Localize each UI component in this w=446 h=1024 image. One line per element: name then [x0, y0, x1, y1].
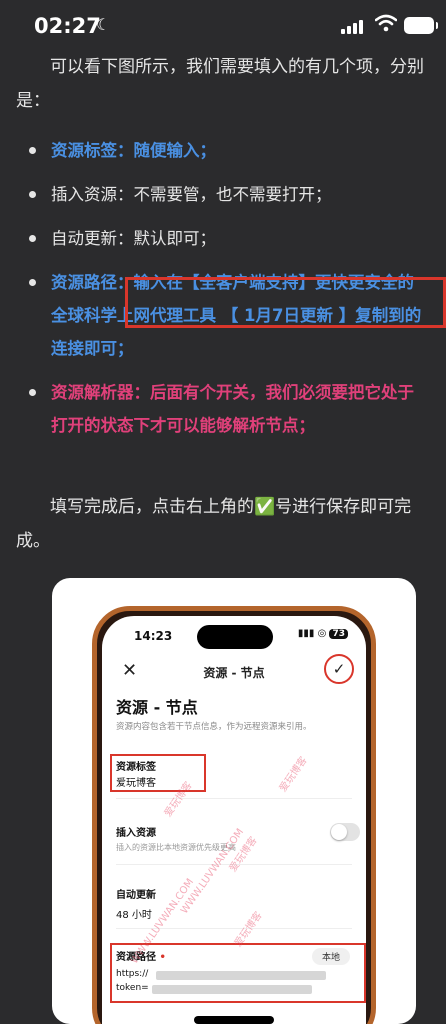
embedded-screenshot[interactable]: 14:23 ▮▮▮ ◎ 73 ✕ 资源 - 节点 ✓ 资源 - 节点 资源内容包… [52, 578, 416, 1024]
divider [116, 798, 352, 799]
item-text: 随便输入； [133, 141, 217, 160]
checkmark-icon: ✓ [324, 654, 354, 684]
home-indicator [194, 1016, 274, 1024]
insert-toggle [330, 823, 360, 841]
auto-update-label: 自动更新 [116, 890, 156, 901]
token-prefix: token= [116, 983, 149, 993]
list-item-tag: 资源标签：随便输入； [16, 134, 430, 167]
battery-icon [404, 17, 438, 34]
article-body: 可以看下图所示，我们需要填入的有几个项，分别是： 资源标签：随便输入； 插入资源… [16, 48, 430, 453]
item-key: 资源路径： [51, 273, 134, 292]
status-time: 02:27 [34, 14, 101, 38]
wifi-icon [375, 14, 397, 32]
item-key: 资源标签： [51, 141, 134, 160]
item-key: 资源解析器： [51, 383, 150, 402]
item-key: 自动更新： [51, 229, 134, 248]
list-item-parser: 资源解析器：后面有个开关，我们必须要把它处于打开的状态下才可以能够解析节点； [16, 376, 430, 442]
insert-description: 插入的资源比本地资源优先级更高 [116, 843, 236, 852]
tag-value: 爱玩博客 [116, 778, 156, 789]
insert-label: 插入资源 [116, 828, 156, 839]
item-key: 插入资源： [51, 185, 134, 204]
phone-battery: 73 [329, 629, 348, 639]
url-prefix: https:// [116, 969, 149, 979]
phone-description: 资源内容包含若干节点信息，作为远程资源来引用。 [116, 722, 312, 732]
phone-frame: 14:23 ▮▮▮ ◎ 73 ✕ 资源 - 节点 ✓ 资源 - 节点 资源内容包… [92, 606, 376, 1024]
outro-paragraph: 填写完成后，点击右上角的✅号进行保存即可完成。 [16, 497, 412, 551]
local-button: 本地 [312, 948, 351, 965]
phone-heading: 资源 - 节点 [116, 698, 198, 717]
item-text: 默认即可； [133, 229, 217, 248]
required-dot: • [159, 952, 166, 963]
list-item-insert: 插入资源：不需要管，也不需要打开； [16, 178, 430, 211]
phone-screen: 14:23 ▮▮▮ ◎ 73 ✕ 资源 - 节点 ✓ 资源 - 节点 资源内容包… [102, 616, 366, 1024]
focus-moon-icon: ☾ [96, 15, 111, 34]
watermark: 爱玩博客 [277, 755, 310, 795]
list-item-auto-update: 自动更新：默认即可； [16, 222, 430, 255]
dynamic-island [197, 625, 273, 649]
intro-paragraph: 可以看下图所示，我们需要填入的有几个项，分别是： [16, 57, 424, 111]
signal-icon [341, 18, 367, 34]
status-bar: 02:27 ☾ [0, 0, 446, 48]
phone-status-icons: ▮▮▮ ◎ 73 [298, 628, 348, 639]
outro-wrap: 填写完成后，点击右上角的✅号进行保存即可完成。 [16, 490, 430, 558]
highlight-box [125, 277, 446, 328]
phone-time: 14:23 [134, 629, 173, 643]
tag-label: 资源标签 [116, 762, 156, 773]
item-text: 不需要管，也不需要打开； [133, 185, 332, 204]
redacted-url [156, 971, 326, 980]
redacted-token [152, 985, 312, 994]
auto-update-value: 48 小时 [116, 910, 152, 921]
